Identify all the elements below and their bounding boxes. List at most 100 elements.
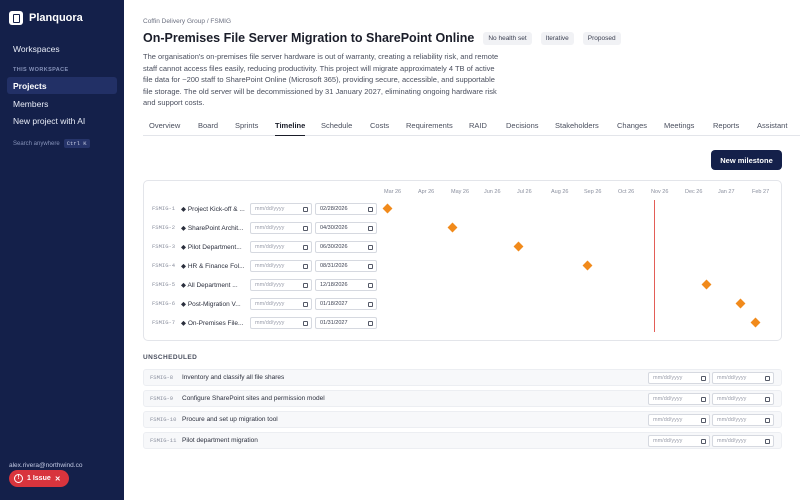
calendar-icon[interactable] <box>701 418 706 423</box>
methodology-tag[interactable]: Iterative <box>540 31 574 45</box>
due-date-input[interactable]: 04/30/2026 <box>315 222 377 234</box>
due-date-input[interactable]: 01/31/2027 <box>315 317 377 329</box>
unscheduled-id[interactable]: FSMIG-9 <box>150 395 173 402</box>
milestone-name[interactable]: ◆ Pilot Department... <box>181 243 245 251</box>
calendar-icon[interactable] <box>368 245 373 250</box>
tab-assistant[interactable]: Assistant <box>757 121 787 130</box>
start-date-input[interactable]: mm/dd/yyyy <box>250 279 312 291</box>
milestone-name[interactable]: ◆ SharePoint Archit... <box>181 224 245 232</box>
milestone-marker[interactable] <box>735 298 746 309</box>
milestone-row[interactable]: FSMIG-6 ◆ Post-Migration V... mm/dd/yyyy 01… <box>144 295 781 314</box>
milestone-name[interactable]: ◆ All Department ... <box>181 281 245 289</box>
milestone-row[interactable]: FSMIG-4 ◆ HR & Finance Fol... mm/dd/yyyy 08… <box>144 257 781 276</box>
start-date-input[interactable]: mm/dd/yyyy <box>648 372 710 384</box>
calendar-icon[interactable] <box>303 283 308 288</box>
milestone-marker[interactable] <box>701 279 712 290</box>
due-date-input[interactable]: 06/30/2026 <box>315 241 377 253</box>
milestone-row[interactable]: FSMIG-3 ◆ Pilot Department... mm/dd/yyyy 06… <box>144 238 781 257</box>
unscheduled-id[interactable]: FSMIG-10 <box>150 416 176 423</box>
tab-board[interactable]: Board <box>198 121 218 130</box>
milestone-id[interactable]: FSMIG-2 <box>152 224 175 231</box>
due-date-input[interactable]: 08/31/2026 <box>315 260 377 272</box>
sidebar-item-projects[interactable]: Projects <box>7 77 117 94</box>
calendar-icon[interactable] <box>303 264 308 269</box>
calendar-icon[interactable] <box>701 439 706 444</box>
milestone-name[interactable]: ◆ HR & Finance Fol... <box>181 262 245 270</box>
start-date-input[interactable]: mm/dd/yyyy <box>648 414 710 426</box>
milestone-row[interactable]: FSMIG-2 ◆ SharePoint Archit... mm/dd/yyyy 0… <box>144 219 781 238</box>
calendar-icon[interactable] <box>765 397 770 402</box>
milestone-id[interactable]: FSMIG-1 <box>152 205 175 212</box>
milestone-row[interactable]: FSMIG-1 ◆ Project Kick-off & ... mm/dd/yyy… <box>144 200 781 219</box>
calendar-icon[interactable] <box>368 321 373 326</box>
calendar-icon[interactable] <box>701 397 706 402</box>
due-date-input[interactable]: 02/28/2026 <box>315 203 377 215</box>
tab-decisions[interactable]: Decisions <box>506 121 539 130</box>
calendar-icon[interactable] <box>303 302 308 307</box>
start-date-input[interactable]: mm/dd/yyyy <box>250 298 312 310</box>
unscheduled-name[interactable]: Configure SharePoint sites and permissio… <box>182 395 325 402</box>
calendar-icon[interactable] <box>765 376 770 381</box>
milestone-id[interactable]: FSMIG-4 <box>152 262 175 269</box>
due-date-input[interactable]: mm/dd/yyyy <box>712 414 774 426</box>
tab-timeline[interactable]: Timeline <box>275 121 306 136</box>
milestone-name[interactable]: ◆ Post-Migration V... <box>181 300 245 308</box>
tab-changes[interactable]: Changes <box>617 121 647 130</box>
milestone-id[interactable]: FSMIG-7 <box>152 319 175 326</box>
milestone-marker[interactable] <box>582 260 592 271</box>
milestone-marker[interactable] <box>382 203 392 214</box>
due-date-input[interactable]: 12/18/2026 <box>315 279 377 291</box>
unscheduled-row[interactable]: FSMIG-8 Inventory and classify all file s… <box>143 369 782 386</box>
milestone-marker[interactable] <box>750 317 760 328</box>
unscheduled-row[interactable]: FSMIG-10 Procure and set up migration too… <box>143 411 782 428</box>
tab-stakeholders[interactable]: Stakeholders <box>555 121 599 130</box>
due-date-input[interactable]: mm/dd/yyyy <box>712 393 774 405</box>
close-icon[interactable]: ✕ <box>55 475 61 483</box>
start-date-input[interactable]: mm/dd/yyyy <box>648 393 710 405</box>
calendar-icon[interactable] <box>303 321 308 326</box>
sidebar-item-workspaces[interactable]: Workspaces <box>7 40 117 57</box>
milestone-name[interactable]: ◆ Project Kick-off & ... <box>181 205 245 213</box>
unscheduled-row[interactable]: FSMIG-11 Pilot department migration mm/dd/… <box>143 432 782 449</box>
tab-reports[interactable]: Reports <box>713 121 739 130</box>
unscheduled-name[interactable]: Pilot department migration <box>182 437 258 444</box>
calendar-icon[interactable] <box>303 245 308 250</box>
unscheduled-row[interactable]: FSMIG-9 Configure SharePoint sites and pe… <box>143 390 782 407</box>
start-date-input[interactable]: mm/dd/yyyy <box>250 241 312 253</box>
search-hint[interactable]: Search anywhere Ctrl K <box>13 139 90 148</box>
start-date-input[interactable]: mm/dd/yyyy <box>250 317 312 329</box>
milestone-id[interactable]: FSMIG-6 <box>152 300 175 307</box>
milestone-id[interactable]: FSMIG-5 <box>152 281 175 288</box>
calendar-icon[interactable] <box>368 264 373 269</box>
tab-requirements[interactable]: Requirements <box>406 121 453 130</box>
sidebar-item-members[interactable]: Members <box>7 95 117 112</box>
issue-badge[interactable]: ! 1 Issue ✕ <box>9 470 69 487</box>
due-date-input[interactable]: mm/dd/yyyy <box>712 435 774 447</box>
due-date-input[interactable]: 01/18/2027 <box>315 298 377 310</box>
calendar-icon[interactable] <box>765 439 770 444</box>
start-date-input[interactable]: mm/dd/yyyy <box>250 203 312 215</box>
health-tag[interactable]: No health set <box>483 31 532 45</box>
unscheduled-id[interactable]: FSMIG-8 <box>150 374 173 381</box>
start-date-input[interactable]: mm/dd/yyyy <box>648 435 710 447</box>
tab-raid[interactable]: RAID <box>469 121 487 130</box>
calendar-icon[interactable] <box>368 283 373 288</box>
milestone-marker[interactable] <box>447 222 458 233</box>
calendar-icon[interactable] <box>368 226 373 231</box>
milestone-name[interactable]: ◆ On-Premises File... <box>181 319 245 327</box>
tab-overview[interactable]: Overview <box>149 121 180 130</box>
tab-sprints[interactable]: Sprints <box>235 121 258 130</box>
milestone-row[interactable]: FSMIG-7 ◆ On-Premises File... mm/dd/yyyy 01… <box>144 314 781 333</box>
due-date-input[interactable]: mm/dd/yyyy <box>712 372 774 384</box>
milestone-id[interactable]: FSMIG-3 <box>152 243 175 250</box>
unscheduled-name[interactable]: Inventory and classify all file shares <box>182 374 284 381</box>
breadcrumb[interactable]: Coffin Delivery Group / FSMIG <box>143 18 231 25</box>
unscheduled-id[interactable]: FSMIG-11 <box>150 437 176 444</box>
tab-meetings[interactable]: Meetings <box>664 121 694 130</box>
calendar-icon[interactable] <box>701 376 706 381</box>
tab-costs[interactable]: Costs <box>370 121 389 130</box>
calendar-icon[interactable] <box>368 207 373 212</box>
tab-schedule[interactable]: Schedule <box>321 121 352 130</box>
user-email[interactable]: alex.rivera@northwind.co <box>9 462 82 469</box>
start-date-input[interactable]: mm/dd/yyyy <box>250 260 312 272</box>
